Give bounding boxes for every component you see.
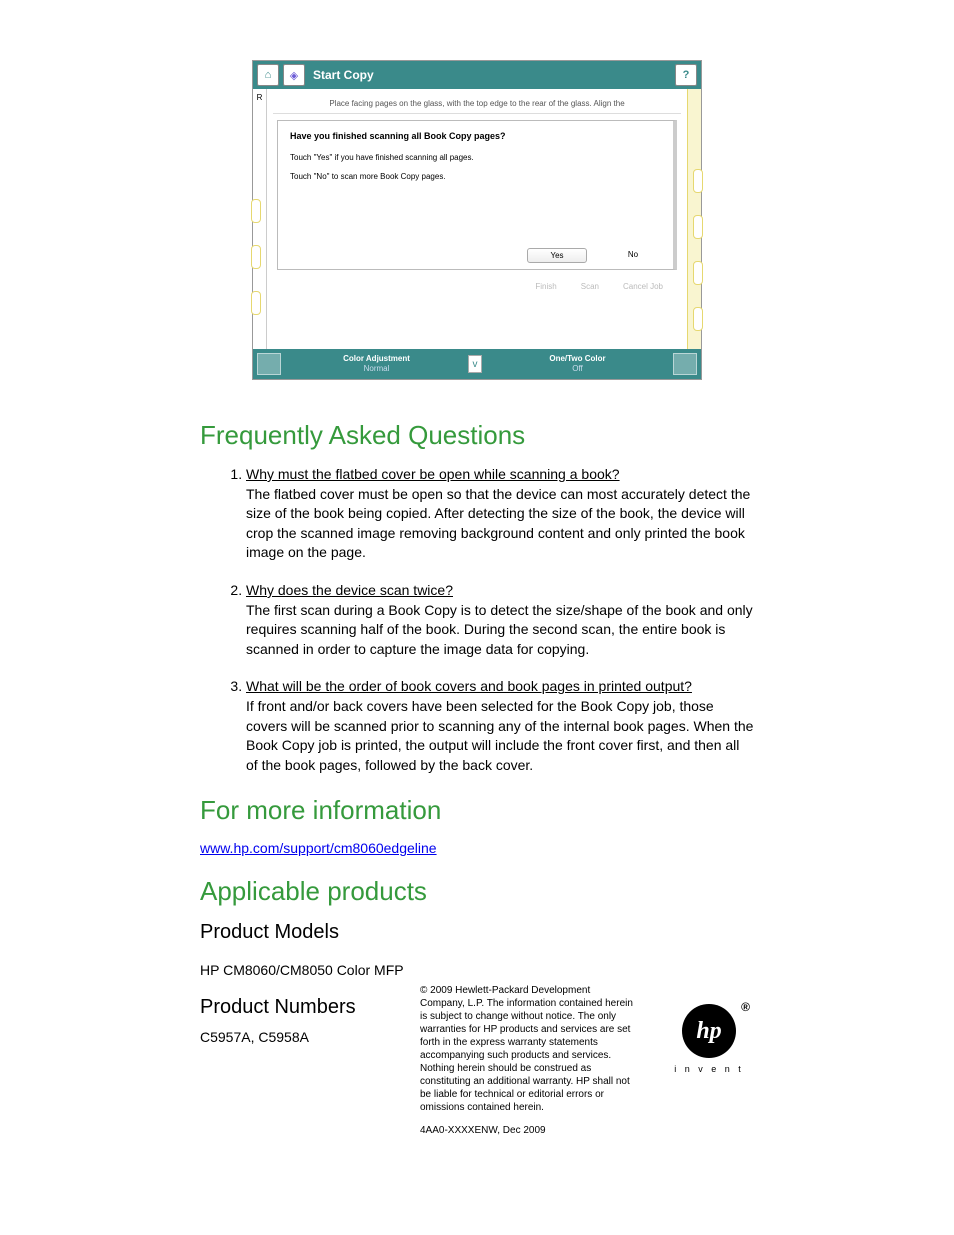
faq-answer: The flatbed cover must be open so that t…	[246, 485, 754, 563]
products-heading: Applicable products	[200, 876, 754, 907]
support-link[interactable]: www.hp.com/support/cm8060edgeline	[200, 840, 437, 856]
hp-tagline: i n v e n t	[664, 1064, 754, 1074]
one-two-color-label: One/Two Color	[486, 354, 669, 364]
left-tab[interactable]	[251, 245, 261, 269]
faq-list: Why must the flatbed cover be open while…	[200, 465, 754, 775]
help-icon[interactable]: ?	[675, 64, 697, 86]
footer-right-icon[interactable]	[673, 353, 697, 375]
printer-ui-screenshot: ⌂ ◈ Start Copy ? R Place facing pages on…	[252, 60, 702, 380]
copyright-text: © 2009 Hewlett-Packard Development Compa…	[420, 984, 634, 1114]
faq-answer: If front and/or back covers have been se…	[246, 697, 754, 775]
footer-left-icon[interactable]	[257, 353, 281, 375]
right-tab[interactable]	[693, 261, 703, 285]
dropdown-icon[interactable]: v	[468, 355, 482, 373]
one-two-color-value: Off	[486, 364, 669, 374]
color-adjustment-label: Color Adjustment	[285, 354, 468, 364]
cancel-job-button[interactable]: Cancel Job	[623, 282, 663, 291]
instruction-text: Place facing pages on the glass, with th…	[273, 95, 681, 114]
document-number: 4AA0-XXXXENW, Dec 2009	[420, 1124, 634, 1137]
titlebar: ⌂ ◈ Start Copy ?	[253, 61, 701, 89]
faq-item: Why does the device scan twice? The firs…	[246, 581, 754, 659]
product-models-heading: Product Models	[200, 921, 754, 944]
right-rail	[687, 89, 701, 349]
no-button[interactable]: No	[603, 248, 663, 263]
left-tab[interactable]	[251, 291, 261, 315]
screen-title: Start Copy	[313, 68, 374, 82]
registered-icon: ®	[741, 1000, 750, 1014]
home-icon[interactable]: ⌂	[257, 64, 279, 86]
dialog-line-1: Touch "Yes" if you have finished scannin…	[290, 153, 661, 162]
dialog-heading: Have you finished scanning all Book Copy…	[290, 131, 661, 141]
right-tab[interactable]	[693, 169, 703, 193]
faq-heading: Frequently Asked Questions	[200, 420, 754, 451]
faq-question: Why must the flatbed cover be open while…	[246, 466, 620, 482]
dialog: Have you finished scanning all Book Copy…	[277, 120, 677, 270]
faq-item: What will be the order of book covers an…	[246, 677, 754, 775]
finish-button[interactable]: Finish	[535, 282, 556, 291]
product-numbers-text: C5957A, C5958A	[200, 1029, 390, 1045]
left-rail: R	[253, 89, 267, 349]
stop-icon[interactable]: ◈	[283, 64, 305, 86]
product-models-text: HP CM8060/CM8050 Color MFP	[200, 962, 754, 978]
right-tab[interactable]	[693, 215, 703, 239]
dialog-line-2: Touch "No" to scan more Book Copy pages.	[290, 172, 661, 181]
more-info-heading: For more information	[200, 795, 754, 826]
color-adjustment-value: Normal	[285, 364, 468, 374]
hp-logo-text: hp	[696, 1018, 721, 1045]
hp-logo-icon: hp ®	[682, 1004, 736, 1058]
yes-button[interactable]: Yes	[527, 248, 587, 263]
faq-question: Why does the device scan twice?	[246, 582, 453, 598]
faq-question: What will be the order of book covers an…	[246, 678, 692, 694]
footer-bar: Color Adjustment Normal v One/Two Color …	[253, 349, 701, 379]
faq-answer: The first scan during a Book Copy is to …	[246, 601, 754, 660]
left-tab[interactable]	[251, 199, 261, 223]
rail-label: R	[257, 93, 263, 102]
product-numbers-heading: Product Numbers	[200, 996, 390, 1019]
right-tab[interactable]	[693, 307, 703, 331]
faq-item: Why must the flatbed cover be open while…	[246, 465, 754, 563]
scan-button[interactable]: Scan	[581, 282, 599, 291]
